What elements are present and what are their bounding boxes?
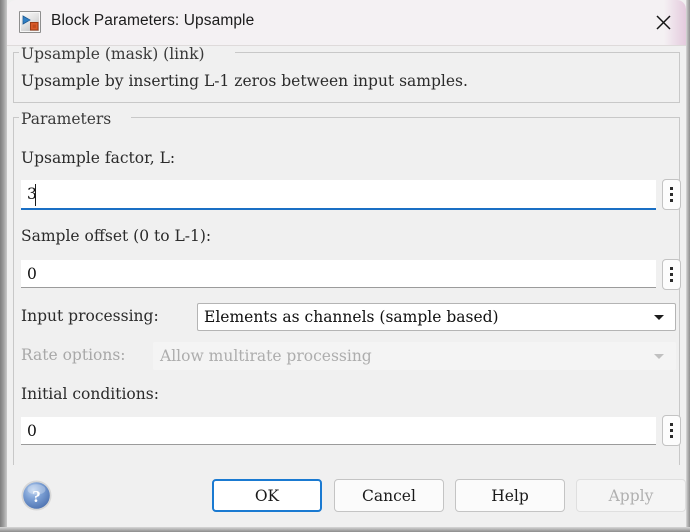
parameters-group-line-right [131, 117, 680, 118]
parameters-group-line-left [13, 117, 19, 118]
close-icon[interactable] [640, 0, 686, 45]
dot [670, 193, 673, 196]
rate-options-combobox: Allow multirate processing [153, 342, 676, 370]
upsample-factor-label: Upsample factor, L: [21, 149, 176, 167]
initial-conditions-options-button[interactable] [662, 415, 681, 446]
help-question-icon[interactable]: ? [20, 479, 53, 512]
dialog-content: Upsample (mask) (link) Upsample by inser… [7, 45, 686, 527]
chevron-down-icon [654, 354, 664, 359]
sample-offset-label: Sample offset (0 to L-1): [21, 227, 212, 245]
rate-options-value: Allow multirate processing [160, 347, 372, 365]
help-button[interactable]: Help [455, 479, 565, 512]
initial-conditions-label: Initial conditions: [21, 385, 159, 403]
dot [670, 435, 673, 438]
initial-conditions-input[interactable] [21, 417, 656, 445]
dot [670, 187, 673, 190]
block-parameters-dialog: Block Parameters: Upsample Upsample (mas… [0, 0, 690, 532]
dot [670, 279, 673, 282]
title-bar[interactable]: Block Parameters: Upsample [7, 0, 686, 46]
dot [670, 273, 673, 276]
svg-text:?: ? [32, 487, 41, 506]
description-group-title: Upsample (mask) (link) [21, 45, 205, 63]
dot [670, 429, 673, 432]
apply-button: Apply [576, 479, 686, 512]
parameters-group-title: Parameters [21, 110, 112, 128]
window-border-bottom [0, 527, 690, 532]
input-processing-combobox[interactable]: Elements as channels (sample based) [197, 303, 676, 331]
description-text: Upsample by inserting L-1 zeros between … [21, 72, 468, 90]
dialog-client-area: Block Parameters: Upsample Upsample (mas… [7, 0, 686, 527]
rate-options-label: Rate options: [21, 346, 126, 364]
upsample-factor-options-button[interactable] [662, 179, 681, 210]
input-processing-label: Input processing: [21, 307, 159, 325]
input-processing-value: Elements as channels (sample based) [204, 308, 499, 326]
sample-offset-input[interactable] [21, 260, 656, 288]
ok-button[interactable]: OK [212, 479, 322, 512]
dot [670, 199, 673, 202]
dot [670, 423, 673, 426]
window-border-left [0, 0, 7, 532]
text-cursor [35, 184, 36, 206]
description-group-line-left [13, 52, 19, 53]
chevron-down-icon [654, 315, 664, 320]
window-title: Block Parameters: Upsample [51, 12, 255, 29]
sample-offset-options-button[interactable] [662, 259, 681, 290]
dot [670, 267, 673, 270]
upsample-factor-input[interactable] [21, 180, 656, 210]
description-group-line-right [235, 52, 680, 53]
cancel-button[interactable]: Cancel [334, 479, 444, 512]
dialog-footer: ? OK Cancel Help Apply [7, 465, 686, 527]
simulink-block-icon [19, 11, 41, 33]
window-border-right [686, 0, 690, 532]
